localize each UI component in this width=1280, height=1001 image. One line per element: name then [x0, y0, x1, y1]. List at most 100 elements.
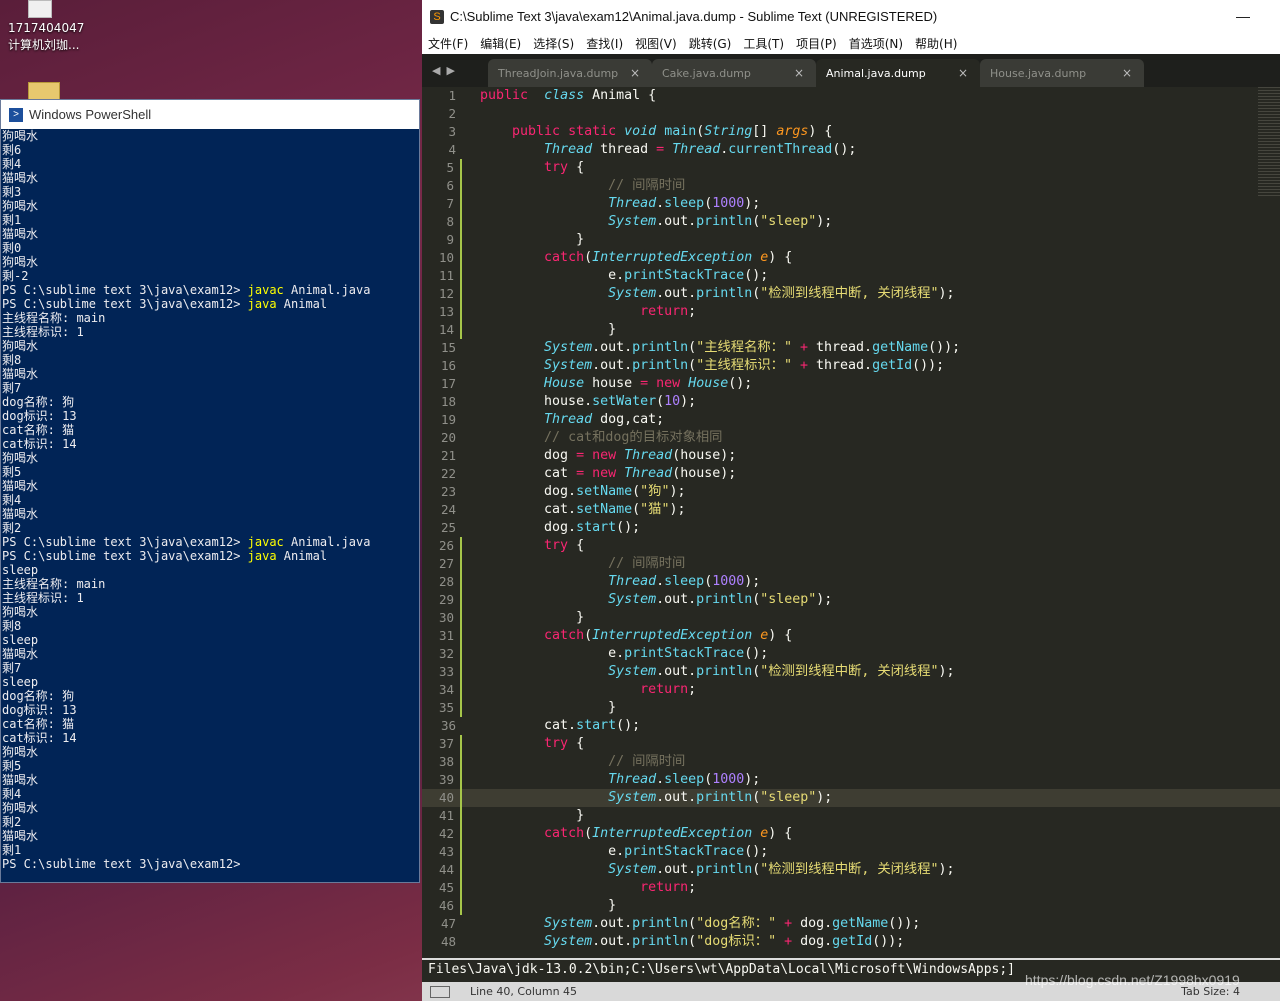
minimize-button[interactable]: — — [1236, 8, 1250, 24]
code-line[interactable]: 27 // 间隔时间 — [422, 555, 1280, 573]
code-line[interactable]: 46 } — [422, 897, 1280, 915]
tab-file[interactable]: Cake.java.dump × — [652, 59, 816, 87]
code-line[interactable]: 3 public static void main(String[] args)… — [422, 123, 1280, 141]
console-line: 剩2 — [2, 521, 22, 535]
line-number: 40 — [422, 789, 462, 807]
code-line[interactable]: 6 // 间隔时间 — [422, 177, 1280, 195]
chevron-right-icon[interactable]: ▶ — [446, 64, 454, 77]
code-line[interactable]: 22 cat = new Thread(house); — [422, 465, 1280, 483]
code-text: Thread.sleep(1000); — [608, 574, 761, 589]
code-line[interactable]: 1 public class Animal { — [422, 87, 1280, 105]
code-line[interactable]: 40 System.out.println("sleep"); — [422, 789, 1280, 807]
code-line[interactable]: 31 catch(InterruptedException e) { — [422, 627, 1280, 645]
powershell-title: Windows PowerShell — [29, 107, 152, 122]
code-line[interactable]: 45 return; — [422, 879, 1280, 897]
line-number: 37 — [422, 735, 462, 753]
code-line[interactable]: 18 house.setWater(10); — [422, 393, 1280, 411]
menu-item[interactable]: 帮助(H) — [915, 35, 957, 52]
code-line[interactable]: 5 try { — [422, 159, 1280, 177]
powershell-window[interactable]: > Windows PowerShell 狗喝水 剩6 剩4 猫喝水 剩3 狗喝水 剩1 猫喝… — [0, 99, 420, 883]
menu-item[interactable]: 项目(P) — [796, 35, 837, 52]
menu-item[interactable]: 编辑(E) — [480, 35, 521, 52]
code-line[interactable]: 23 dog.setName("狗"); — [422, 483, 1280, 501]
code-line[interactable]: 26 try { — [422, 537, 1280, 555]
console-line: PS C:\sublime text 3\java\exam12> javac … — [2, 283, 371, 297]
menu-item[interactable]: 首选项(N) — [849, 35, 903, 52]
line-number: 25 — [440, 520, 456, 535]
code-line[interactable]: 24 cat.setName("猫"); — [422, 501, 1280, 519]
code-line[interactable]: 30 } — [422, 609, 1280, 627]
powershell-console[interactable]: 狗喝水 剩6 剩4 猫喝水 剩3 狗喝水 剩1 猫喝水 剩0 狗喝水 剩-2 PS C:\sublim… — [1, 129, 419, 881]
code-line[interactable]: 33 System.out.println("检测到线程中断, 关闭线程"); — [422, 663, 1280, 681]
code-line[interactable]: 32 e.printStackTrace(); — [422, 645, 1280, 663]
code-text: try { — [544, 160, 585, 175]
code-line[interactable]: 14 } — [422, 321, 1280, 339]
code-line[interactable]: 8 System.out.println("sleep"); — [422, 213, 1280, 231]
code-line[interactable]: 43 e.printStackTrace(); — [422, 843, 1280, 861]
close-icon[interactable]: × — [1122, 66, 1132, 80]
code-text: System.out.println("检测到线程中断, 关闭线程"); — [608, 862, 955, 877]
tab-file[interactable]: ThreadJoin.java.dump × — [488, 59, 652, 87]
menu-item[interactable]: 查找(I) — [586, 35, 623, 52]
code-line[interactable]: 15 System.out.println("主线程名称：" + thread.… — [422, 339, 1280, 357]
close-icon[interactable]: × — [958, 66, 968, 80]
code-line[interactable]: 38 // 间隔时间 — [422, 753, 1280, 771]
menu-item[interactable]: 视图(V) — [635, 35, 677, 52]
desktop-icon-computer[interactable]: 1717404047 计算机刘珈... — [8, 0, 88, 54]
menu-item[interactable]: 选择(S) — [533, 35, 574, 52]
line-number: 19 — [440, 412, 456, 427]
code-line[interactable]: 48 System.out.println("dog标识：" + dog.get… — [422, 933, 1280, 951]
sublime-titlebar[interactable]: S C:\Sublime Text 3\java\exam12\Animal.j… — [422, 0, 1280, 33]
code-line[interactable]: 44 System.out.println("检测到线程中断, 关闭线程"); — [422, 861, 1280, 879]
tab-file[interactable]: Animal.java.dump × — [816, 59, 980, 87]
code-line[interactable]: 47 System.out.println("dog名称：" + dog.get… — [422, 915, 1280, 933]
close-icon[interactable]: × — [794, 66, 804, 80]
code-line[interactable]: 13 return; — [422, 303, 1280, 321]
code-editor[interactable]: 1 public class Animal {2 3 public static v… — [422, 87, 1280, 952]
code-line[interactable]: 20 // cat和dog的目标对象相同 — [422, 429, 1280, 447]
code-line[interactable]: 39 Thread.sleep(1000); — [422, 771, 1280, 789]
code-text: } — [480, 610, 585, 625]
menu-item[interactable]: 跳转(G) — [689, 35, 732, 52]
powershell-titlebar[interactable]: > Windows PowerShell — [1, 100, 419, 129]
line-number: 43 — [422, 843, 462, 861]
code-line[interactable]: 19 Thread dog,cat; — [422, 411, 1280, 429]
code-line[interactable]: 16 System.out.println("主线程标识：" + thread.… — [422, 357, 1280, 375]
code-line[interactable]: 36 cat.start(); — [422, 717, 1280, 735]
code-line[interactable]: 2 — [422, 105, 1280, 123]
code-line[interactable]: 10 catch(InterruptedException e) { — [422, 249, 1280, 267]
console-line: dog名称: 狗 — [2, 395, 75, 409]
code-line[interactable]: 34 return; — [422, 681, 1280, 699]
code-line[interactable]: 17 House house = new House(); — [422, 375, 1280, 393]
code-line[interactable]: 35 } — [422, 699, 1280, 717]
tab-nav-arrows[interactable]: ◀ ▶ — [422, 54, 488, 87]
code-line[interactable]: 25 dog.start(); — [422, 519, 1280, 537]
menu-item[interactable]: 文件(F) — [428, 35, 468, 52]
menu-item[interactable]: 工具(T) — [743, 35, 784, 52]
code-line[interactable]: 7 Thread.sleep(1000); — [422, 195, 1280, 213]
code-text: e.printStackTrace(); — [480, 268, 769, 283]
panel-toggle-icon[interactable] — [430, 985, 450, 998]
code-line[interactable]: 21 dog = new Thread(house); — [422, 447, 1280, 465]
code-line[interactable]: 12 System.out.println("检测到线程中断, 关闭线程"); — [422, 285, 1280, 303]
code-line[interactable]: 4 Thread thread = Thread.currentThread()… — [422, 141, 1280, 159]
code-line[interactable]: 9 } — [422, 231, 1280, 249]
tab-file[interactable]: House.java.dump × — [980, 59, 1144, 87]
code-line[interactable]: 41 } — [422, 807, 1280, 825]
code-line[interactable]: 28 Thread.sleep(1000); — [422, 573, 1280, 591]
sublime-window[interactable]: S C:\Sublime Text 3\java\exam12\Animal.j… — [422, 0, 1280, 1001]
close-icon[interactable]: × — [630, 66, 640, 80]
console-line: 狗喝水 — [2, 129, 39, 143]
code-line[interactable]: 37 try { — [422, 735, 1280, 753]
code-text: System.out.println("主线程标识：" + thread.get… — [544, 358, 945, 373]
console-line: cat标识: 14 — [2, 731, 77, 745]
code-line[interactable]: 11 e.printStackTrace(); — [422, 267, 1280, 285]
console-line: 剩3 — [2, 185, 22, 199]
console-line: cat名称: 猫 — [2, 717, 75, 731]
minimap[interactable] — [1258, 87, 1280, 197]
code-line[interactable]: 42 catch(InterruptedException e) { — [422, 825, 1280, 843]
code-text: cat = new Thread(house); — [480, 466, 737, 481]
chevron-left-icon[interactable]: ◀ — [432, 64, 440, 77]
code-line[interactable]: 29 System.out.println("sleep"); — [422, 591, 1280, 609]
line-number: 2 — [448, 106, 456, 121]
